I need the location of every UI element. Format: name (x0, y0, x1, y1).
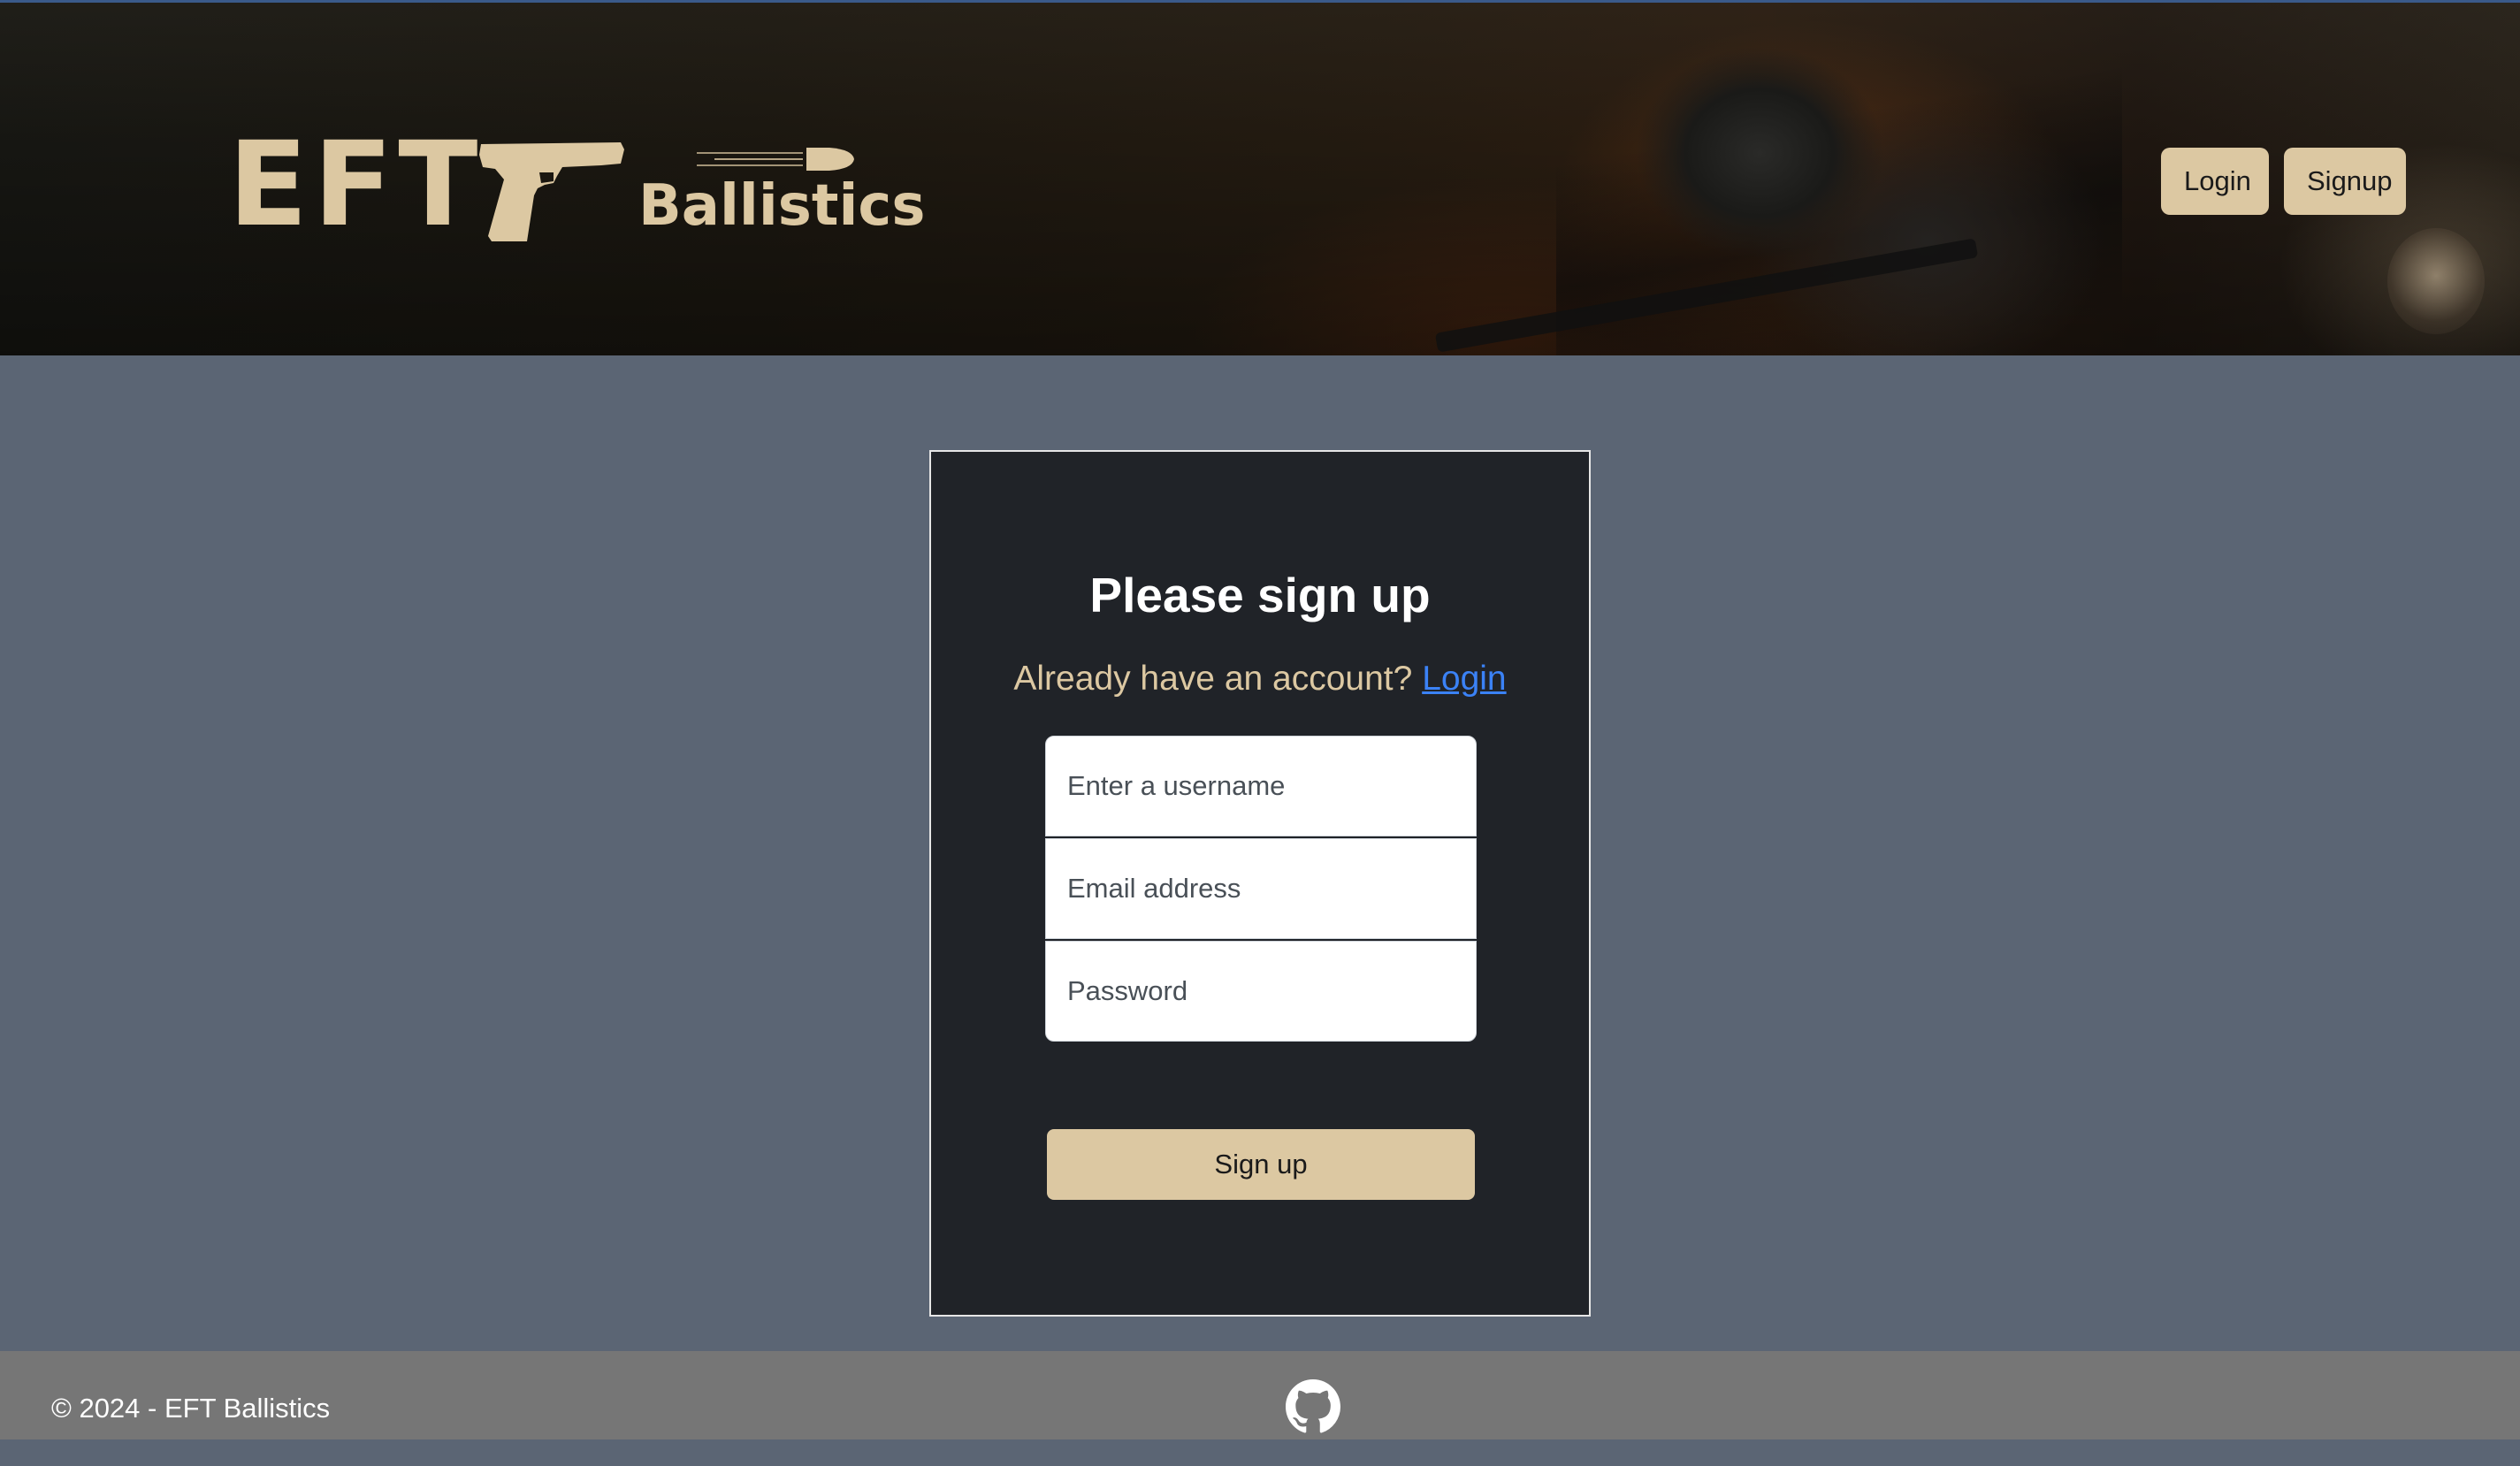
copyright-text: © 2024 - EFT Ballistics (51, 1393, 331, 1424)
login-link[interactable]: Login (1422, 660, 1506, 698)
header-banner: EFT Ballistics Login Signup (0, 0, 2520, 355)
nav-signup-button[interactable]: Signup (2284, 148, 2406, 215)
github-icon[interactable] (1286, 1379, 1340, 1434)
page-title: Please sign up (1089, 568, 1431, 622)
login-prompt-text: Already have an account? (1013, 660, 1413, 698)
username-input[interactable] (1045, 736, 1477, 836)
logo-wordmark: EFT (228, 117, 484, 253)
login-prompt: Already have an account? Login (931, 657, 1589, 701)
banner-patch-image (2387, 228, 2485, 334)
signup-card: Please sign up Already have an account? … (929, 450, 1591, 1317)
email-input[interactable] (1045, 838, 1477, 939)
pistol-icon (479, 142, 624, 241)
footer: © 2024 - EFT Ballistics (0, 1351, 2520, 1439)
bullet-icon (697, 148, 854, 171)
site-logo[interactable]: EFT Ballistics (228, 117, 925, 253)
nav-login-button[interactable]: Login (2161, 148, 2269, 215)
logo-subtitle: Ballistics (638, 173, 926, 239)
password-input[interactable] (1045, 941, 1477, 1042)
signup-submit-button[interactable]: Sign up (1047, 1129, 1475, 1200)
